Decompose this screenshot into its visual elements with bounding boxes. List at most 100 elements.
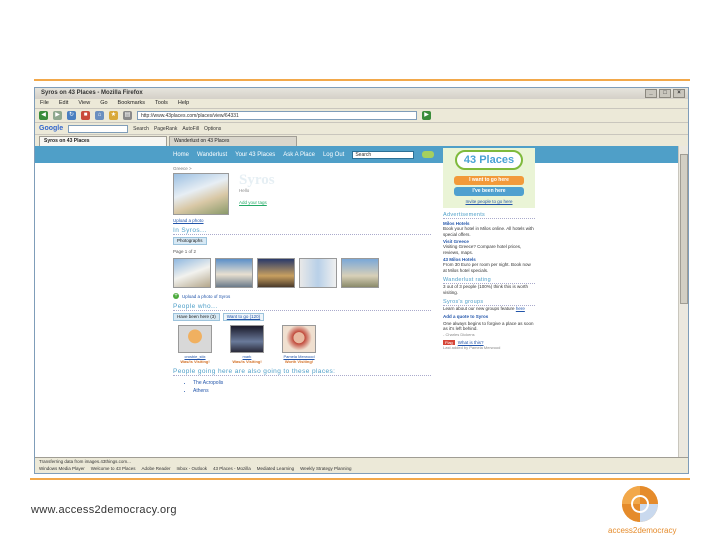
print-icon[interactable]: ▤	[123, 111, 132, 120]
want-to-go-button[interactable]: I want to go here	[454, 176, 524, 185]
place-photo[interactable]	[173, 173, 229, 215]
person-card[interactable]: mark Was/is Visiting!	[225, 325, 269, 364]
site-search-input[interactable]: Search	[352, 150, 415, 159]
upload-link[interactable]: Upload a photo	[173, 218, 431, 223]
page-scrollbar[interactable]	[678, 146, 688, 458]
tab-bar: Syros on 43 Places Wanderlust on 43 Plac…	[35, 134, 688, 146]
close-icon[interactable]: ×	[673, 89, 685, 98]
place-sidebar: 43 Places I want to go here I've been he…	[443, 148, 535, 350]
logo-box: 43 Places	[443, 148, 535, 172]
google-options[interactable]: Options	[204, 126, 221, 132]
site-nav: Home Wanderlust Your 43 Places Ask A Pla…	[35, 146, 679, 163]
avatar[interactable]	[178, 325, 212, 353]
photo-thumbnail[interactable]	[215, 258, 253, 288]
browser-window: Syros on 43 Places - Mozilla Firefox _ □…	[34, 87, 689, 474]
upload-photo-link[interactable]: Upload a photo of Syros	[182, 294, 230, 299]
window-title: Syros on 43 Places - Mozilla Firefox	[41, 90, 143, 96]
people-list: crosbie_stix Was/is Visiting! mark Was/i…	[173, 325, 431, 364]
taskbar-item[interactable]: Inbox - Outlook	[177, 466, 208, 473]
stop-icon[interactable]: ■	[81, 111, 90, 120]
nav-ask-place[interactable]: Ask A Place	[283, 152, 315, 158]
taskbar-item[interactable]: Adobe Reader	[141, 466, 170, 473]
site-logo[interactable]: 43 Places	[455, 150, 523, 170]
tab-been-here[interactable]: Have been here (3)	[173, 313, 220, 321]
status-text: Transferring data from images.43things.c…	[39, 459, 131, 464]
breadcrumb[interactable]: Greece >	[173, 166, 431, 171]
ad-text: Book your hotel in Milos online. All hot…	[443, 226, 534, 237]
photo-thumbnail[interactable]	[341, 258, 379, 288]
nav-logout[interactable]: Log Out	[323, 152, 344, 158]
google-toolbar: Google Search PageRank AutoFill Options	[35, 122, 688, 134]
flag-button[interactable]: Flag	[443, 339, 455, 345]
tab-photographs[interactable]: Photographs	[173, 237, 207, 245]
person-card[interactable]: crosbie_stix Was/is Visiting!	[173, 325, 217, 364]
ads-heading: Advertisements	[443, 212, 535, 219]
upload-photo-row[interactable]: + Upload a photo of Syros	[173, 293, 431, 299]
tab-wanderlust[interactable]: Wanderlust on 43 Places	[169, 136, 297, 146]
menu-help[interactable]: Help	[178, 99, 189, 108]
menu-tools[interactable]: Tools	[155, 99, 168, 108]
invite-link[interactable]: Invite people to go here	[451, 199, 527, 204]
nav-toolbar: ◀ ▶ ↻ ■ ⌂ ★ ▤ http://www.43places.com/pl…	[35, 108, 688, 122]
people-tabs: Have been here (3) Want to go (120)	[173, 313, 431, 321]
reload-icon[interactable]: ↻	[67, 111, 76, 120]
list-item[interactable]: Athens	[193, 388, 431, 394]
taskbar-item[interactable]: Windows Media Player	[39, 466, 85, 473]
google-pagerank[interactable]: PageRank	[154, 126, 177, 132]
avatar[interactable]	[282, 325, 316, 353]
menu-bookmarks[interactable]: Bookmarks	[118, 99, 146, 108]
google-search-input[interactable]	[68, 124, 129, 133]
menu-file[interactable]: File	[40, 99, 49, 108]
person-status: Worth Visiting!	[284, 359, 314, 364]
add-tags-link[interactable]: Add your tags	[239, 200, 267, 205]
add-quote-link[interactable]: Add a quote to Syros	[443, 314, 535, 319]
place-main: Greece > Syros Hello Add your tags Uploa…	[173, 166, 431, 396]
address-bar[interactable]: http://www.43places.com/places/view/6433…	[137, 111, 417, 120]
bookmark-icon[interactable]: ★	[109, 111, 118, 120]
groups-heading: Syros's groups	[443, 299, 535, 306]
forward-icon[interactable]: ▶	[53, 111, 62, 120]
flag-help-link[interactable]: What is this?	[458, 340, 484, 345]
site-search-button[interactable]	[422, 151, 435, 158]
person-card[interactable]: Pamela Merwood Worth Visiting!	[277, 325, 321, 364]
maximize-icon[interactable]: □	[659, 89, 671, 98]
photo-thumbnail[interactable]	[257, 258, 295, 288]
quote-text: One always begins to forgive a place as …	[443, 320, 534, 332]
menu-go[interactable]: Go	[100, 99, 107, 108]
back-icon[interactable]: ◀	[39, 111, 48, 120]
menu-edit[interactable]: Edit	[59, 99, 68, 108]
window-titlebar: Syros on 43 Places - Mozilla Firefox _ □…	[35, 88, 688, 99]
been-here-button[interactable]: I've been here	[454, 187, 524, 196]
menu-bar: File Edit View Go Bookmarks Tools Help	[35, 99, 688, 108]
avatar[interactable]	[230, 325, 264, 353]
taskbar-item[interactable]: 43 Places - Mozilla	[213, 466, 251, 473]
minimize-icon[interactable]: _	[645, 89, 657, 98]
also-going-heading: People going here are also going to thes…	[173, 368, 431, 376]
nav-your-places[interactable]: Your 43 Places	[235, 152, 275, 158]
place-subtitle: Hello	[239, 188, 250, 193]
window-controls: _ □ ×	[645, 89, 685, 98]
list-item[interactable]: The Acropolis	[193, 380, 431, 386]
menu-view[interactable]: View	[78, 99, 90, 108]
ad-text: From 30 Euro per room per night. Book no…	[443, 262, 531, 273]
photo-thumbnail[interactable]	[299, 258, 337, 288]
google-autofill[interactable]: AutoFill	[182, 126, 199, 132]
taskbar-item[interactable]: Welcome to 43 Places	[91, 466, 136, 473]
nav-home[interactable]: Home	[173, 152, 189, 158]
scroll-thumb[interactable]	[680, 154, 688, 304]
groups-link[interactable]: here	[516, 306, 525, 311]
wanderlust-heading: Wanderlust rating	[443, 277, 535, 284]
taskbar-item[interactable]: Mediated Learning	[257, 466, 294, 473]
tab-want-to-go[interactable]: Want to go (120)	[222, 313, 265, 321]
taskbar-item[interactable]: Weekly Strategy Planning	[300, 466, 351, 473]
home-icon[interactable]: ⌂	[95, 111, 104, 120]
plus-icon: +	[173, 293, 179, 299]
go-icon[interactable]: ▶	[422, 111, 431, 120]
tab-syros[interactable]: Syros on 43 Places	[39, 136, 167, 146]
nav-wanderlust[interactable]: Wanderlust	[197, 152, 227, 158]
page-title: Syros	[239, 172, 275, 188]
added-by: Last added by Pamela Merwood	[443, 344, 501, 350]
google-search-button[interactable]: Search	[133, 126, 149, 132]
photo-pager[interactable]: Page 1 of 2	[173, 249, 431, 254]
photo-thumbnail[interactable]	[173, 258, 211, 288]
